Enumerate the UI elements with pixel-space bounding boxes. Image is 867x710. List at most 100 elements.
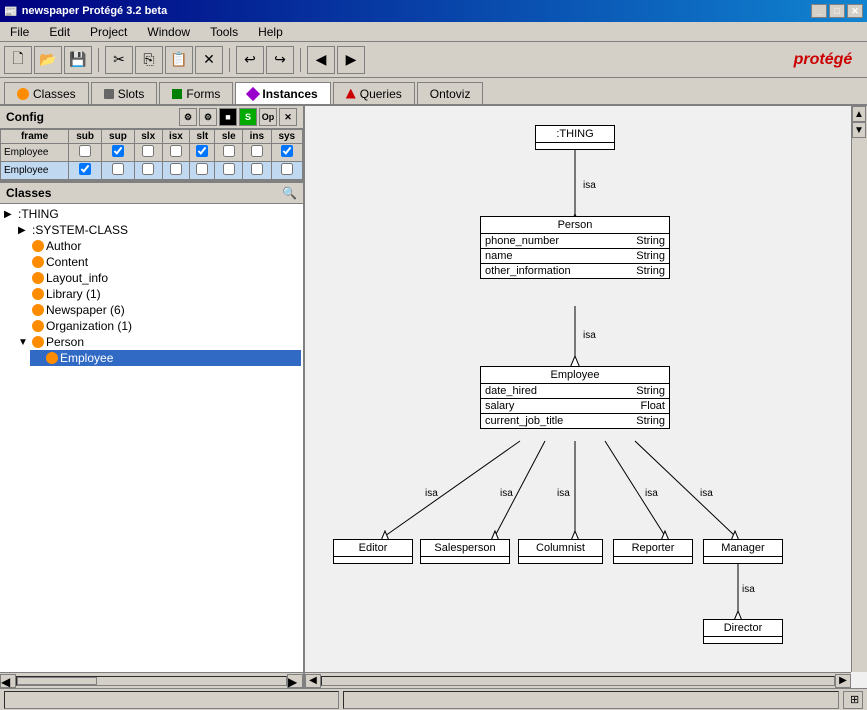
- config-tool-2[interactable]: ⚙: [199, 108, 217, 126]
- tree-item-organization[interactable]: Organization (1): [16, 318, 301, 334]
- svg-text:isa: isa: [557, 488, 570, 499]
- uml-box-manager[interactable]: Manager: [703, 539, 783, 564]
- config-tool-3[interactable]: ■: [219, 108, 237, 126]
- tree-item-content[interactable]: Content: [16, 254, 301, 270]
- config-row2-sup[interactable]: [102, 162, 135, 180]
- cut-button[interactable]: ✂: [105, 46, 133, 74]
- config-row2-isx[interactable]: [162, 162, 190, 180]
- tab-instances[interactable]: Instances: [235, 82, 330, 104]
- queries-tab-icon: [346, 89, 356, 99]
- scroll-htrack[interactable]: [321, 676, 835, 686]
- tree-label-employee: Employee: [60, 351, 113, 365]
- paste-button[interactable]: 📋: [165, 46, 193, 74]
- uml-box-editor[interactable]: Editor: [333, 539, 413, 564]
- tree-item-author[interactable]: Author: [16, 238, 301, 254]
- uml-box-thing[interactable]: :THING: [535, 125, 615, 150]
- left-scrollbar-h[interactable]: ◀ ▶: [0, 672, 303, 688]
- title-bar-controls[interactable]: _ □ ✕: [811, 4, 863, 18]
- config-row1-ins[interactable]: [243, 144, 271, 162]
- uml-type-datehired: String: [636, 385, 665, 397]
- classes-tree[interactable]: ▶ :THING ▶ :SYSTEM-CLASS Author Content: [0, 204, 303, 672]
- tree-item-employee[interactable]: Employee: [30, 350, 301, 366]
- tree-arrow-organization: [18, 321, 30, 332]
- uml-type-jobtitle: String: [636, 415, 665, 427]
- config-tool-1[interactable]: ⚙: [179, 108, 197, 126]
- search-icon[interactable]: 🔍: [282, 186, 297, 200]
- uml-box-reporter[interactable]: Reporter: [613, 539, 693, 564]
- tree-item-person[interactable]: ▼ Person: [16, 334, 301, 350]
- config-row2-sub[interactable]: [69, 162, 102, 180]
- config-row1-slt[interactable]: [190, 144, 215, 162]
- svg-text:isa: isa: [425, 488, 438, 499]
- svg-text:isa: isa: [645, 488, 658, 499]
- toolbar: 🗋 📂 💾 ✂ ⎘ 📋 ✕ ↩ ↪ ◀ ▶ protégé: [0, 42, 867, 78]
- minimize-button[interactable]: _: [811, 4, 827, 18]
- tab-slots[interactable]: Slots: [91, 82, 158, 104]
- tree-item-thing[interactable]: ▶ :THING: [2, 206, 301, 222]
- copy-button[interactable]: ⎘: [135, 46, 163, 74]
- scroll-left-arrow[interactable]: ◀: [0, 674, 16, 688]
- redo-button[interactable]: ↪: [266, 46, 294, 74]
- menu-tools[interactable]: Tools: [204, 23, 244, 41]
- config-row2-slx[interactable]: [134, 162, 162, 180]
- menu-window[interactable]: Window: [141, 23, 196, 41]
- uml-box-director[interactable]: Director: [703, 619, 783, 644]
- scroll-thumb-h[interactable]: [17, 677, 97, 685]
- scroll-right-arrow[interactable]: ▶: [287, 674, 303, 688]
- save-button[interactable]: 💾: [64, 46, 92, 74]
- tab-forms[interactable]: Forms: [159, 82, 233, 104]
- tree-item-system-class[interactable]: ▶ :SYSTEM-CLASS: [16, 222, 301, 238]
- tree-label-author: Author: [46, 239, 81, 253]
- tab-ontoviz[interactable]: Ontoviz: [417, 82, 484, 104]
- title-bar-left: 📰 newspaper Protégé 3.2 beta: [4, 5, 167, 18]
- menu-file[interactable]: File: [4, 23, 35, 41]
- config-tool-x[interactable]: ✕: [279, 108, 297, 126]
- uml-title-manager: Manager: [704, 540, 782, 557]
- config-row1-sle[interactable]: [215, 144, 243, 162]
- tree-item-library[interactable]: Library (1): [16, 286, 301, 302]
- new-button[interactable]: 🗋: [4, 46, 32, 74]
- scrollbar-vertical[interactable]: ▲ ▼: [851, 106, 867, 672]
- config-row1-sup[interactable]: [102, 144, 135, 162]
- uml-box-employee[interactable]: Employee date_hired String salary Float …: [480, 366, 670, 429]
- close-button[interactable]: ✕: [847, 4, 863, 18]
- config-row2-sys[interactable]: [271, 162, 302, 180]
- scroll-track-h[interactable]: [16, 676, 287, 686]
- scroll-left-arrow-diag[interactable]: ◀: [305, 674, 321, 688]
- uml-box-salesperson[interactable]: Salesperson: [420, 539, 510, 564]
- col-isx: isx: [162, 130, 190, 144]
- config-row1-sys[interactable]: [271, 144, 302, 162]
- status-resize-grip[interactable]: ⊞: [843, 691, 863, 709]
- config-tool-s[interactable]: S: [239, 108, 257, 126]
- config-row2-slt[interactable]: [190, 162, 215, 180]
- tree-item-layout[interactable]: Layout_info: [16, 270, 301, 286]
- scroll-down-arrow[interactable]: ▼: [852, 122, 866, 138]
- config-row2-sle[interactable]: [215, 162, 243, 180]
- menu-help[interactable]: Help: [252, 23, 289, 41]
- config-row1-slx[interactable]: [134, 144, 162, 162]
- uml-box-columnist[interactable]: Columnist: [518, 539, 603, 564]
- tab-classes[interactable]: Classes: [4, 82, 89, 104]
- tab-queries[interactable]: Queries: [333, 82, 415, 104]
- tree-item-newspaper[interactable]: Newspaper (6): [16, 302, 301, 318]
- undo-button[interactable]: ↩: [236, 46, 264, 74]
- scroll-right-arrow-diag[interactable]: ▶: [835, 674, 851, 688]
- menu-project[interactable]: Project: [84, 23, 133, 41]
- scrollbar-horizontal[interactable]: ◀ ▶: [305, 672, 851, 688]
- config-row1-sub[interactable]: [69, 144, 102, 162]
- scroll-up-arrow[interactable]: ▲: [852, 106, 866, 122]
- back-button[interactable]: ◀: [307, 46, 335, 74]
- config-row2-ins[interactable]: [243, 162, 271, 180]
- forward-button[interactable]: ▶: [337, 46, 365, 74]
- config-tool-op[interactable]: Op: [259, 108, 277, 126]
- uml-box-person[interactable]: Person phone_number String name String o…: [480, 216, 670, 279]
- library-icon: [32, 288, 44, 300]
- menu-edit[interactable]: Edit: [43, 23, 76, 41]
- open-button[interactable]: 📂: [34, 46, 62, 74]
- config-row1-isx[interactable]: [162, 144, 190, 162]
- delete-button[interactable]: ✕: [195, 46, 223, 74]
- tree-arrow-system: ▶: [18, 225, 30, 236]
- slots-tab-icon: [104, 89, 114, 99]
- maximize-button[interactable]: □: [829, 4, 845, 18]
- uml-row-name: name String: [481, 249, 669, 264]
